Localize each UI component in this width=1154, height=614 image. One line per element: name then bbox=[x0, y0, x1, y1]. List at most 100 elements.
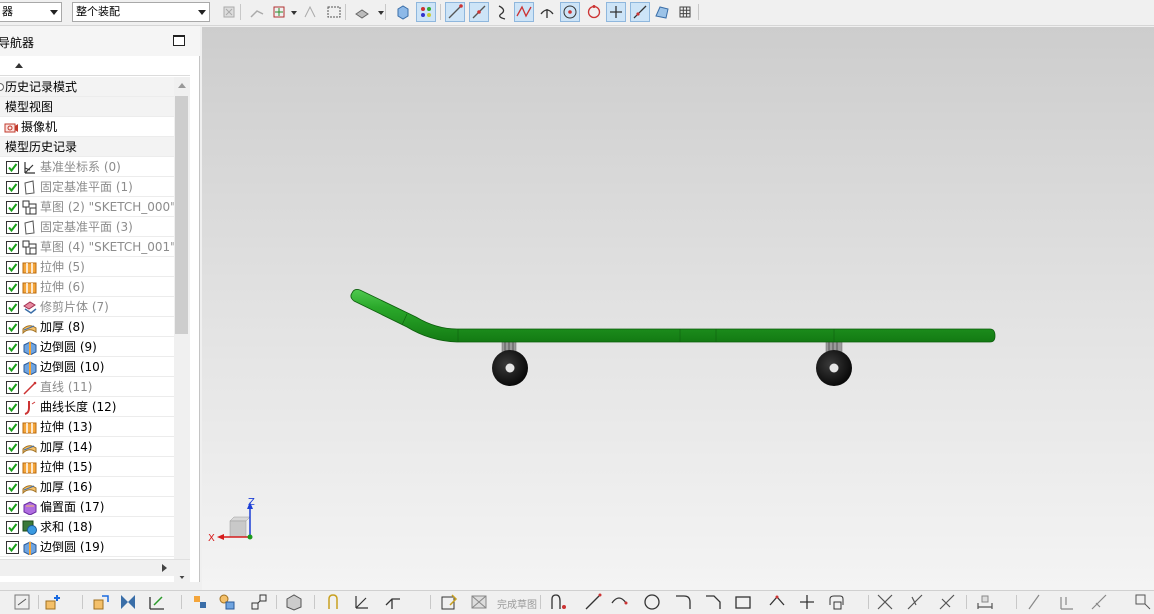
tree-row-feature[interactable]: 曲线长度 (12) bbox=[0, 397, 174, 417]
visibility-checkbox[interactable] bbox=[6, 181, 19, 194]
tree-row-feature[interactable]: 求和 (18) bbox=[0, 517, 174, 537]
tree-row-feature[interactable]: 边倒圆 (19) bbox=[0, 537, 174, 557]
visibility-checkbox[interactable] bbox=[6, 461, 19, 474]
tree-row-feature[interactable]: 边倒圆 (10) bbox=[0, 357, 174, 377]
bottom-toolbar-button[interactable] bbox=[734, 593, 752, 611]
tree-row-feature[interactable]: 固定基准平面 (1) bbox=[0, 177, 174, 197]
horizontal-scrollbar[interactable] bbox=[0, 559, 190, 576]
visibility-checkbox[interactable] bbox=[6, 501, 19, 514]
scroll-right-icon[interactable] bbox=[162, 564, 167, 572]
bottom-toolbar-button[interactable] bbox=[119, 593, 137, 611]
bottom-toolbar-button[interactable] bbox=[353, 593, 371, 611]
bottom-toolbar-button[interactable] bbox=[384, 593, 402, 611]
visibility-checkbox[interactable] bbox=[6, 301, 19, 314]
toolbar-button-control-point[interactable] bbox=[493, 2, 513, 22]
toolbar-button-solid-shade[interactable] bbox=[352, 2, 372, 22]
bottom-toolbar-button[interactable] bbox=[828, 593, 846, 611]
tree-row-feature[interactable]: 加厚 (14) bbox=[0, 437, 174, 457]
toolbar-button-cube[interactable] bbox=[393, 2, 413, 22]
toolbar-button-mid-point[interactable] bbox=[469, 2, 489, 22]
navigator-column-header[interactable] bbox=[0, 56, 190, 76]
bottom-toolbar-button[interactable] bbox=[704, 593, 722, 611]
scrollbar-thumb[interactable] bbox=[175, 96, 188, 334]
tree-group-history-mode[interactable]: 历史记录模式 bbox=[0, 77, 174, 97]
bottom-toolbar-button[interactable] bbox=[584, 593, 602, 611]
visibility-checkbox[interactable] bbox=[6, 221, 19, 234]
visibility-checkbox[interactable] bbox=[6, 321, 19, 334]
tree-row-feature[interactable]: 草图 (2) "SKETCH_000" bbox=[0, 197, 174, 217]
tree-row-feature[interactable]: 加厚 (16) bbox=[0, 477, 174, 497]
chevron-down-icon[interactable] bbox=[378, 11, 384, 15]
toolbar-button-grid[interactable] bbox=[675, 2, 695, 22]
tree-row-feature[interactable]: 拉伸 (6) bbox=[0, 277, 174, 297]
radio-icon[interactable] bbox=[0, 83, 4, 91]
toolbar-button-quadrant-point[interactable] bbox=[584, 2, 604, 22]
bottom-toolbar-button[interactable] bbox=[906, 593, 924, 611]
tree-row-feature[interactable]: 固定基准平面 (3) bbox=[0, 217, 174, 237]
toolbar-button-point-on-face[interactable] bbox=[652, 2, 672, 22]
bottom-toolbar-button[interactable] bbox=[92, 593, 110, 611]
visibility-checkbox[interactable] bbox=[6, 261, 19, 274]
visibility-checkbox[interactable] bbox=[6, 341, 19, 354]
tree-row-feature[interactable]: 加厚 (8) bbox=[0, 317, 174, 337]
toolbar-button-select-body[interactable] bbox=[269, 2, 289, 22]
toolbar-button-arc-center[interactable] bbox=[537, 2, 557, 22]
vertical-scrollbar[interactable] bbox=[174, 77, 190, 585]
toolbar-button-circle-center[interactable] bbox=[560, 2, 580, 22]
visibility-checkbox[interactable] bbox=[6, 241, 19, 254]
tree-row-feature[interactable]: 修剪片体 (7) bbox=[0, 297, 174, 317]
bottom-toolbar-button[interactable] bbox=[798, 593, 816, 611]
bottom-toolbar-button[interactable] bbox=[44, 593, 62, 611]
visibility-checkbox[interactable] bbox=[6, 161, 19, 174]
bottom-toolbar-button[interactable] bbox=[285, 593, 303, 611]
visibility-checkbox[interactable] bbox=[6, 381, 19, 394]
bottom-toolbar-button[interactable] bbox=[470, 593, 488, 611]
selection-filter-dropdown[interactable]: 器 bbox=[0, 2, 62, 22]
toolbar-button-point-on-curve[interactable] bbox=[630, 2, 650, 22]
visibility-checkbox[interactable] bbox=[6, 201, 19, 214]
toolbar-button-snap-all[interactable] bbox=[416, 2, 436, 22]
visibility-checkbox[interactable] bbox=[6, 281, 19, 294]
tree-group-model-history[interactable]: 模型历史记录 bbox=[0, 137, 174, 157]
tree-row-feature[interactable]: 偏置面 (17) bbox=[0, 497, 174, 517]
bottom-toolbar-button[interactable] bbox=[550, 593, 568, 611]
bottom-toolbar-button[interactable] bbox=[148, 593, 166, 611]
visibility-checkbox[interactable] bbox=[6, 401, 19, 414]
toolbar-button-existing-point[interactable] bbox=[606, 2, 626, 22]
bottom-toolbar-button[interactable] bbox=[1134, 593, 1152, 611]
visibility-checkbox[interactable] bbox=[6, 421, 19, 434]
visibility-checkbox[interactable] bbox=[6, 481, 19, 494]
bottom-toolbar-button[interactable] bbox=[1058, 593, 1076, 611]
tree-group-model-views[interactable]: 模型视图 bbox=[0, 97, 174, 117]
visibility-checkbox[interactable] bbox=[6, 521, 19, 534]
toolbar-button-select-rect[interactable] bbox=[324, 2, 344, 22]
visibility-checkbox[interactable] bbox=[6, 361, 19, 374]
tree-item-camera[interactable]: 摄像机 bbox=[0, 117, 174, 137]
tree-row-feature[interactable]: 边倒圆 (9) bbox=[0, 337, 174, 357]
toolbar-button-deselect[interactable] bbox=[219, 2, 239, 22]
bottom-toolbar-button[interactable] bbox=[324, 593, 342, 611]
tree-row-feature[interactable]: 拉伸 (15) bbox=[0, 457, 174, 477]
visibility-checkbox[interactable] bbox=[6, 441, 19, 454]
chevron-down-icon[interactable] bbox=[291, 11, 297, 15]
bottom-toolbar-button[interactable] bbox=[13, 593, 31, 611]
graphics-viewport[interactable]: Z X bbox=[202, 27, 1154, 590]
tree-row-feature[interactable]: 直线 (11) bbox=[0, 377, 174, 397]
tree-row-feature[interactable]: 拉伸 (13) bbox=[0, 417, 174, 437]
bottom-toolbar-button[interactable] bbox=[610, 593, 628, 611]
selection-scope-dropdown[interactable]: 整个装配 bbox=[72, 2, 210, 22]
bottom-toolbar-button[interactable] bbox=[1090, 593, 1108, 611]
bottom-toolbar-button[interactable] bbox=[191, 593, 209, 611]
toolbar-button-point-cross[interactable] bbox=[300, 2, 320, 22]
scroll-up-icon[interactable] bbox=[178, 83, 186, 88]
bottom-toolbar-button[interactable] bbox=[876, 593, 894, 611]
bottom-toolbar-button[interactable] bbox=[938, 593, 956, 611]
bottom-toolbar-button[interactable] bbox=[1025, 593, 1043, 611]
bottom-toolbar-button[interactable] bbox=[674, 593, 692, 611]
tree-row-feature[interactable]: 草图 (4) "SKETCH_001" bbox=[0, 237, 174, 257]
toolbar-button-snap[interactable] bbox=[247, 2, 267, 22]
visibility-checkbox[interactable] bbox=[6, 541, 19, 554]
bottom-toolbar-button[interactable] bbox=[440, 593, 458, 611]
finish-sketch-button[interactable]: 完成草图 bbox=[497, 596, 537, 611]
bottom-toolbar-button[interactable] bbox=[250, 593, 268, 611]
